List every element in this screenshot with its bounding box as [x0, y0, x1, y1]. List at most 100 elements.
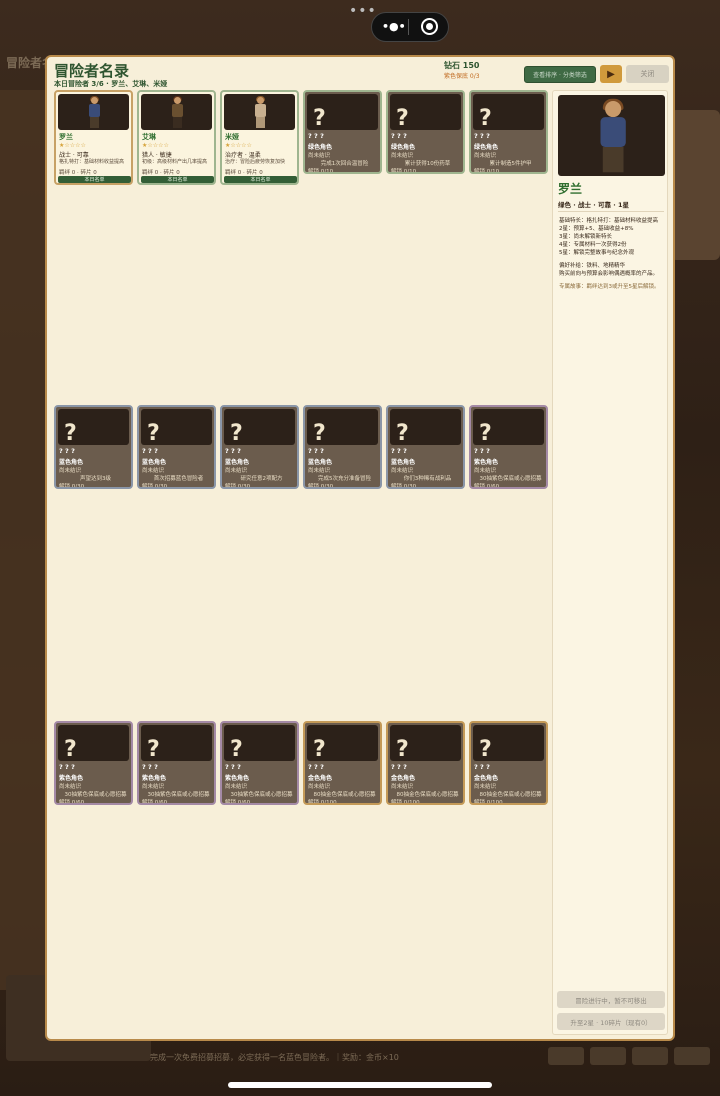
unlock-requirement: 30抽紫色保底或心愿招募 — [230, 792, 293, 798]
upgrade-star-button[interactable]: 升至2星 · 10碎片（现有0） — [557, 1013, 665, 1030]
today-roster-badge: 本日名单 — [141, 176, 214, 183]
remove-adventurer-button[interactable]: 冒险进行中，暂不可移出 — [557, 991, 665, 1008]
adventurer-bond: 羁绊 0 · 碎片 0 — [59, 170, 97, 176]
unknown-name: ? ? ? — [308, 763, 324, 771]
unknown-name: ? ? ? — [474, 132, 490, 140]
unlock-progress: 解锁 0/30 — [225, 484, 251, 489]
question-mark-icon: ? — [479, 106, 492, 130]
detail-star4: 4星：专属材料一次获得2份 — [559, 242, 627, 248]
rarity-label: 绿色角色 — [391, 144, 416, 151]
question-mark-icon: ? — [396, 106, 409, 130]
unlock-progress: 解锁 0/10 — [474, 169, 500, 174]
adventurer-card-roland[interactable]: 罗兰 ★☆☆☆☆ 战士 · 可靠 格扎特打：基础材料收益提高 羁绊 0 · 碎片… — [54, 90, 133, 185]
locked-adventurer-card[interactable]: ? ? ? ? 金色角色 尚未结识 80抽金色保底或心愿招募 解锁 0/100 — [469, 721, 548, 805]
unlock-progress: 解锁 0/100 — [308, 800, 337, 805]
adventurer-card-mia[interactable]: 米娅 ★☆☆☆☆ 治疗者 · 温柔 治疗：冒险后疲劳恢复加快 羁绊 0 · 碎片… — [220, 90, 299, 185]
silhouette-portrait: ? — [307, 94, 378, 130]
unlock-progress: 解锁 0/60 — [59, 800, 85, 805]
adventurer-bond: 羁绊 0 · 碎片 0 — [225, 170, 263, 176]
detail-star2: 2星：预算+5、基础收益+8% — [559, 226, 634, 232]
adventurer-card-irene[interactable]: 艾琳 ★☆☆☆☆ 猎人 · 敏捷 初级：高级材料产出几率提高 羁绊 0 · 碎片… — [137, 90, 216, 185]
locked-adventurer-card[interactable]: ? ? ? ? 绿色角色 尚未结识 完成1次回合温冒险 解锁 0/10 — [303, 90, 382, 174]
star-rating: ★☆☆☆☆ — [225, 142, 252, 149]
unlock-status: 尚未结识 — [474, 153, 497, 159]
unlock-requirement: 首次招募蓝色冒险者 — [153, 476, 204, 482]
unlock-requirement: 完成1次回合温冒险 — [320, 161, 369, 167]
question-mark-icon: ? — [147, 421, 160, 445]
unlock-requirement: 30抽紫色保底或心愿招募 — [147, 792, 210, 798]
unlock-status: 尚未结识 — [391, 153, 414, 159]
rarity-label: 金色角色 — [308, 775, 333, 782]
rarity-label: 蓝色角色 — [59, 459, 84, 466]
detail-name: 罗兰 — [558, 182, 583, 196]
unlock-status: 尚未结识 — [225, 468, 248, 474]
locked-adventurer-card[interactable]: ? ? ? ? 绿色角色 尚未结识 累计获得10份药草 解锁 0/10 — [386, 90, 465, 174]
close-button[interactable]: 关闭 — [626, 65, 669, 83]
silhouette-portrait: ? — [224, 725, 295, 761]
sort-filter-button[interactable]: 查看排序 · 分类筛选 — [524, 66, 596, 83]
adventurer-bond: 羁绊 0 · 碎片 0 — [142, 170, 180, 176]
unlock-requirement: 80抽金色保底或心愿招募 — [479, 792, 542, 798]
background-shelf — [0, 90, 46, 990]
question-mark-icon: ? — [313, 106, 326, 130]
question-mark-icon: ? — [64, 737, 77, 761]
silhouette-portrait: ? — [141, 409, 212, 445]
unlock-progress: 解锁 0/10 — [308, 169, 334, 174]
unknown-name: ? ? ? — [142, 763, 158, 771]
locked-adventurer-card[interactable]: ? ? ? ? 蓝色角色 尚未结识 完成5次充分准备冒险 解锁 0/30 — [303, 405, 382, 489]
question-mark-icon: ? — [396, 737, 409, 761]
locked-adventurer-card[interactable]: ? ? ? ? 蓝色角色 尚未结识 声望达到3级 解锁 0/30 — [54, 405, 133, 489]
silhouette-portrait: ? — [473, 409, 544, 445]
unlock-progress: 解锁 0/30 — [142, 484, 168, 489]
silhouette-portrait: ? — [224, 409, 295, 445]
locked-adventurer-card[interactable]: ? ? ? ? 紫色角色 尚未结识 30抽紫色保底或心愿招募 解锁 0/60 — [137, 721, 216, 805]
unlock-progress: 解锁 0/100 — [391, 800, 420, 805]
locked-adventurer-card[interactable]: ? ? ? ? 蓝色角色 尚未结识 首次招募蓝色冒险者 解锁 0/30 — [137, 405, 216, 489]
more-menu-icon[interactable]: •●• — [382, 20, 406, 33]
locked-adventurer-card[interactable]: ? ? ? ? 紫色角色 尚未结识 30抽紫色保底或心愿招募 解锁 0/60 — [220, 721, 299, 805]
modal-title: 冒险者名录 — [54, 62, 130, 80]
adventurer-name: 罗兰 — [59, 133, 73, 141]
locked-adventurer-card[interactable]: ? ? ? ? 蓝色角色 尚未结识 你们3种稀有战利品 解锁 0/30 — [386, 405, 465, 489]
adventurer-name: 艾琳 — [142, 133, 156, 141]
unlock-status: 尚未结识 — [59, 468, 82, 474]
rarity-label: 绿色角色 — [474, 144, 499, 151]
capsule-divider — [408, 19, 409, 35]
unlock-progress: 解锁 0/30 — [391, 484, 417, 489]
background-buttons — [548, 1047, 710, 1065]
question-mark-icon: ? — [313, 421, 326, 445]
unlock-requirement: 完成5次充分准备冒险 — [318, 476, 371, 482]
close-program-icon[interactable] — [421, 18, 438, 35]
silhouette-portrait: ? — [58, 409, 129, 445]
unlock-requirement: 累计获得10份药草 — [404, 161, 451, 167]
locked-adventurer-card[interactable]: ? ? ? ? 绿色角色 尚未结识 累计制造5件护甲 解锁 0/10 — [469, 90, 548, 174]
unknown-name: ? ? ? — [391, 763, 407, 771]
rarity-label: 紫色角色 — [142, 775, 167, 782]
detail-star5: 5星：解锁完整故事与纪念外观 — [559, 250, 635, 256]
silhouette-portrait: ? — [390, 725, 461, 761]
adventurer-trait: 初级：高级材料产出几率提高 — [142, 159, 208, 165]
unknown-name: ? ? ? — [474, 763, 490, 771]
unknown-name: ? ? ? — [225, 447, 241, 455]
locked-adventurer-card[interactable]: ? ? ? ? 金色角色 尚未结识 80抽金色保底或心愿招募 解锁 0/100 — [386, 721, 465, 805]
unlock-requirement: 研究任意2项配方 — [240, 476, 283, 482]
play-icon[interactable]: ▶ — [600, 65, 622, 83]
adventurer-portrait — [58, 94, 129, 130]
rarity-label: 金色角色 — [474, 775, 499, 782]
unlock-requirement: 80抽金色保底或心愿招募 — [313, 792, 376, 798]
unknown-name: ? ? ? — [59, 763, 75, 771]
locked-adventurer-card[interactable]: ? ? ? ? 蓝色角色 尚未结识 研究任意2项配方 解锁 0/30 — [220, 405, 299, 489]
rarity-label: 紫色角色 — [59, 775, 84, 782]
locked-adventurer-card[interactable]: ? ? ? ? 紫色角色 尚未结识 30抽紫色保底或心愿招募 解锁 0/60 — [469, 405, 548, 489]
locked-adventurer-card[interactable]: ? ? ? ? 紫色角色 尚未结识 30抽紫色保底或心愿招募 解锁 0/60 — [54, 721, 133, 805]
unlock-status: 尚未结识 — [225, 784, 248, 790]
unlock-progress: 解锁 0/30 — [59, 484, 85, 489]
unknown-name: ? ? ? — [142, 447, 158, 455]
unlock-progress: 解锁 0/10 — [391, 169, 417, 174]
detail-preference-note: 购买前向与预算会影响偶遇概率的产品。 — [559, 271, 659, 277]
locked-adventurer-card[interactable]: ? ? ? ? 金色角色 尚未结识 80抽金色保底或心愿招募 解锁 0/100 — [303, 721, 382, 805]
silhouette-portrait: ? — [390, 409, 461, 445]
home-indicator[interactable] — [228, 1082, 492, 1088]
background-panel — [670, 110, 720, 260]
detail-base-trait: 基础特长：格扎特打：基础材料收益提高 — [559, 218, 659, 224]
